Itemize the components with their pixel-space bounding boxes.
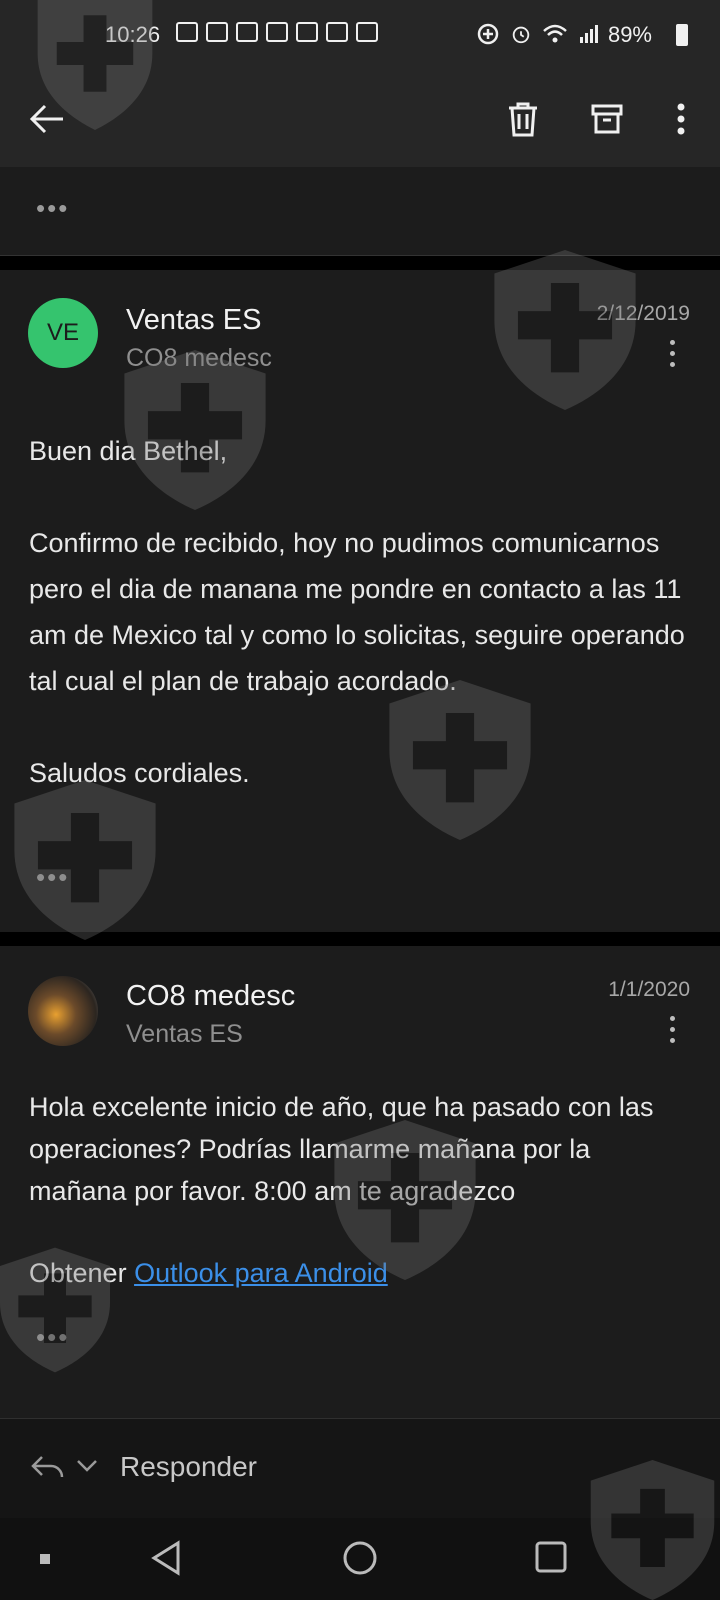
quoted-text-toggle[interactable]: ••• — [36, 1322, 69, 1353]
chevron-down-icon[interactable] — [76, 1459, 98, 1473]
recipient-name: Ventas ES — [126, 1020, 243, 1048]
status-time: 10:26 — [105, 22, 161, 47]
message-divider — [0, 932, 720, 946]
back-arrow-icon — [29, 104, 63, 134]
voicemail-icon — [356, 22, 378, 42]
reply-bar[interactable]: Responder — [0, 1418, 720, 1519]
nav-home-icon[interactable] — [342, 1540, 378, 1576]
avatar-photo[interactable] — [28, 976, 98, 1046]
avatar-initials: VE — [46, 319, 79, 346]
app-icon — [266, 22, 288, 42]
message-card: CO8 medesc Ventas ES 1/1/2020 Hola excel… — [0, 946, 720, 1418]
reply-icon — [31, 1456, 64, 1478]
message-toolbar — [0, 72, 720, 167]
message-more-button[interactable] — [670, 1016, 678, 1049]
drive-icon — [296, 22, 318, 42]
message-divider — [0, 256, 720, 270]
battery-icon — [676, 24, 688, 46]
body-paragraph: Saludos cordiales. — [29, 758, 250, 788]
archive-icon — [591, 104, 623, 134]
sender-name: Ventas ES — [126, 304, 262, 336]
delete-button[interactable] — [498, 94, 548, 144]
archive-button[interactable] — [582, 94, 632, 144]
recipient-name: CO8 medesc — [126, 344, 272, 372]
collapsed-ellipsis: ••• — [36, 193, 70, 223]
app-icon — [236, 22, 258, 42]
outlook-android-link[interactable]: Outlook para Android — [134, 1258, 388, 1288]
status-bar: 10:26 89% — [0, 0, 720, 72]
app-icon — [326, 22, 348, 42]
message-body: Hola excelente inicio de año, que ha pas… — [29, 1086, 689, 1294]
sender-name: CO8 medesc — [126, 980, 296, 1012]
body-paragraph: Hola excelente inicio de año, que ha pas… — [29, 1092, 654, 1206]
recents-dot-icon[interactable] — [40, 1554, 50, 1564]
body-paragraph: Confirmo de recibido, hoy no pudimos com… — [29, 528, 685, 696]
nav-back-icon[interactable] — [150, 1540, 182, 1576]
system-icons — [476, 22, 600, 46]
message-more-button[interactable] — [670, 340, 678, 373]
message-card: VE Ventas ES CO8 medesc 2/12/2019 Buen d… — [0, 270, 720, 932]
message-icon — [176, 22, 198, 42]
facebook-icon — [206, 22, 228, 42]
alarm-icon — [512, 26, 530, 44]
wifi-icon — [543, 24, 567, 43]
reply-label: Responder — [120, 1451, 257, 1482]
message-date: 2/12/2019 — [596, 302, 690, 325]
system-nav-bar — [0, 1518, 720, 1600]
more-options-button[interactable] — [656, 94, 706, 144]
notification-icons — [176, 22, 378, 42]
quoted-text-toggle[interactable]: ••• — [36, 862, 69, 893]
message-body: Buen dia Bethel, Confirmo de recibido, h… — [29, 428, 689, 796]
avatar[interactable]: VE — [28, 298, 98, 368]
signature: Obtener Outlook para Android — [29, 1252, 689, 1294]
trash-icon — [509, 102, 537, 137]
signature-prefix: Obtener — [29, 1258, 135, 1288]
back-button[interactable] — [22, 94, 72, 144]
message-date: 1/1/2020 — [608, 978, 690, 1001]
data-saver-icon — [477, 23, 499, 45]
body-paragraph: Buen dia Bethel, — [29, 436, 228, 466]
battery-percent: 89% — [607, 22, 652, 47]
nav-recents-icon[interactable] — [534, 1540, 568, 1574]
signal-icon — [580, 25, 598, 43]
collapsed-messages[interactable]: ••• — [0, 167, 720, 256]
more-vertical-icon — [677, 103, 685, 135]
